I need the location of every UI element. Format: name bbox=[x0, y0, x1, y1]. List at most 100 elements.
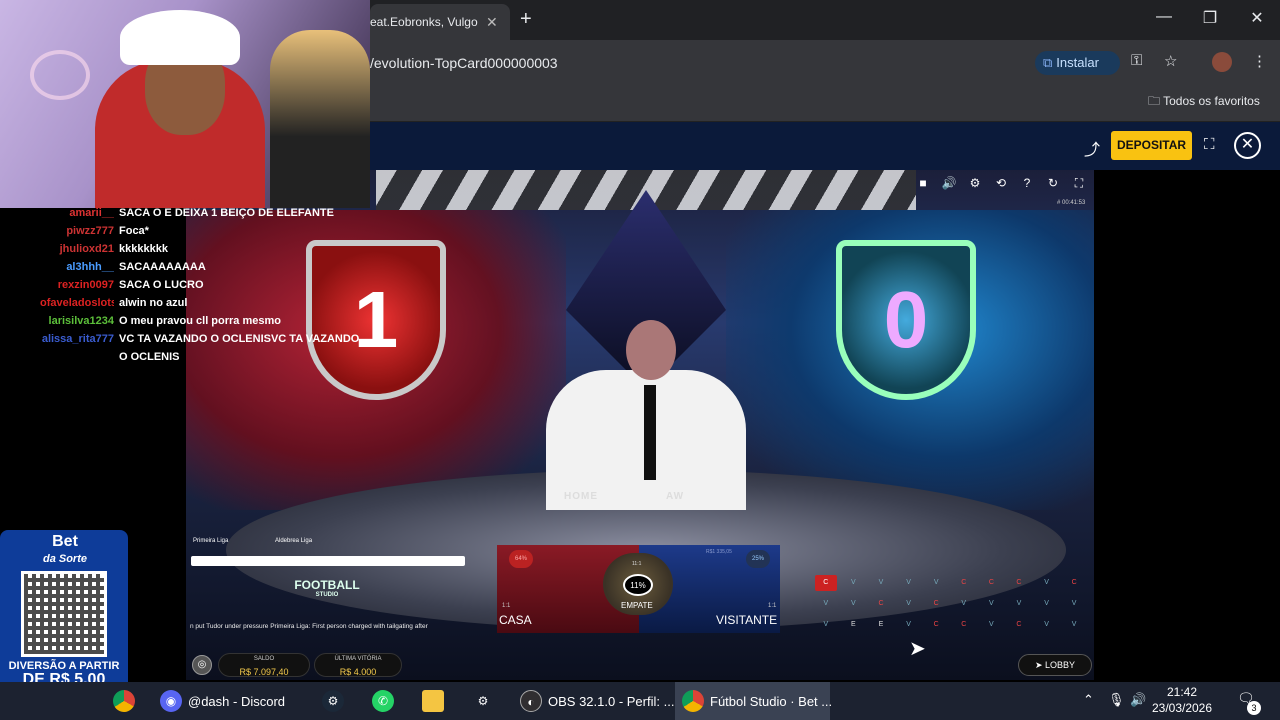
new-tab-button[interactable]: + bbox=[520, 8, 532, 31]
bet-da-sorte-logo: Bet da Sorte bbox=[20, 534, 110, 567]
qr-code bbox=[21, 571, 107, 657]
history-icon[interactable]: ⟲ bbox=[991, 176, 1011, 192]
chat-text: SACA O LUCRO bbox=[119, 279, 204, 291]
dealer-head bbox=[626, 320, 676, 380]
share-icon[interactable]: ⤴ bbox=[1084, 136, 1100, 160]
microphone-icon[interactable]: 🎙 bbox=[1108, 692, 1125, 708]
roadmap-cell: C bbox=[1016, 620, 1022, 628]
obs-taskbar-button[interactable]: ◐ OBS 32.1.0 - Perfil: ... bbox=[520, 682, 674, 720]
table-away-label: AW bbox=[666, 491, 685, 502]
obs-icon: ◐ bbox=[520, 690, 542, 712]
empate-percentage: 11% bbox=[623, 574, 653, 596]
bookmarks-label: Todos os favoritos bbox=[1163, 94, 1260, 108]
clock-time: 21:42 bbox=[1166, 685, 1198, 699]
menu-dots-icon[interactable]: ⋮ bbox=[1252, 52, 1267, 70]
brand-bottom: da Sorte bbox=[42, 553, 87, 565]
visitante-odds: 1:1 bbox=[768, 603, 777, 609]
settings-taskbar-button[interactable]: ⚙ bbox=[472, 682, 494, 720]
chat-username[interactable]: rexzin0097 bbox=[40, 276, 114, 294]
explorer-taskbar-button[interactable] bbox=[422, 682, 444, 720]
chat-text: kkkkkkkk bbox=[119, 243, 168, 255]
roadmap-cell: V bbox=[989, 620, 994, 628]
roadmap-cell: V bbox=[851, 599, 856, 607]
refresh-icon[interactable]: ↻ bbox=[1043, 176, 1063, 192]
streamer-hat bbox=[120, 10, 240, 65]
roadmap-cell: V bbox=[989, 599, 994, 607]
browser-tab[interactable]: eat.Eobronks, Vulgo ✕ bbox=[370, 4, 510, 40]
roadmap-cell: V bbox=[1044, 599, 1049, 607]
fullscreen-game-icon[interactable]: ⛶ bbox=[1069, 176, 1089, 192]
chat-message: amarii__ SACA O E DEIXA 1 BEIÇO DE ELEFAN… bbox=[40, 204, 370, 222]
chat-username[interactable]: jhulioxd21 bbox=[40, 240, 114, 258]
all-bookmarks-button[interactable]: 🗀 Todos os favoritos bbox=[1148, 92, 1260, 113]
chat-text: alwin no azul bbox=[119, 297, 188, 309]
roadmap-cell: C bbox=[1071, 578, 1077, 586]
lobby-arrow-icon: ➤ bbox=[1034, 660, 1046, 670]
key-icon[interactable]: ⚿ bbox=[1131, 52, 1142, 69]
restore-button[interactable]: ❐ bbox=[1187, 8, 1233, 28]
profile-avatar[interactable] bbox=[1212, 52, 1232, 72]
gear-icon: ⚙ bbox=[477, 694, 489, 708]
roadmap-cell: C bbox=[1016, 578, 1022, 586]
chat-text: VC TA VAZANDO O OCLENISVC TA VAZANDO O O… bbox=[119, 333, 360, 363]
deposit-button[interactable]: DEPOSITAR bbox=[1111, 131, 1192, 160]
system-clock[interactable]: 21:42 23/03/2026 bbox=[1150, 684, 1214, 716]
roadmap-cell: C bbox=[961, 620, 967, 628]
minimize-button[interactable]: — bbox=[1141, 8, 1187, 26]
settings-icon[interactable]: ⚙ bbox=[965, 176, 985, 192]
roadmap-cell: C bbox=[961, 578, 967, 586]
close-window-button[interactable]: ✕ bbox=[1234, 8, 1280, 28]
address-bar[interactable]: /evolution-TopCard000000003 bbox=[370, 47, 1030, 79]
install-app-button[interactable]: ⧉ Instalar bbox=[1035, 51, 1120, 75]
star-bookmark-icon[interactable]: ☆ bbox=[1164, 52, 1177, 70]
roadmap-cell: V bbox=[906, 599, 911, 607]
chat-username[interactable]: ofaveladoslots bbox=[40, 294, 114, 312]
chat-message: larisilva1234 O meu pravou cll porra mesm… bbox=[40, 312, 370, 330]
roadmap-cell: V bbox=[878, 578, 884, 586]
roadmap-cell: C bbox=[988, 578, 994, 586]
roadmap-row: VVCVCVVVVV bbox=[815, 593, 1085, 614]
chat-username[interactable]: larisilva1234 bbox=[40, 312, 114, 330]
fullscreen-icon[interactable]: ⛶ bbox=[1204, 136, 1215, 153]
chat-message: piwzz777 Foca* bbox=[40, 222, 370, 240]
streamer-companion bbox=[270, 30, 370, 208]
volume-icon[interactable]: 🔊 bbox=[939, 176, 959, 192]
chat-username[interactable]: amarii__ bbox=[40, 204, 114, 222]
chat-username[interactable]: alissa_rita777 bbox=[40, 330, 114, 366]
chat-username[interactable]: al3hhh__ bbox=[40, 258, 114, 276]
tab-close-icon[interactable]: ✕ bbox=[486, 14, 498, 31]
chat-text: SACA O E DEIXA 1 BEIÇO DE ELEFANTE bbox=[119, 207, 334, 219]
visitante-percentage: 25% bbox=[746, 550, 770, 568]
brand-top: Bet bbox=[52, 533, 78, 550]
obs-label: OBS 32.1.0 - Perfil: ... bbox=[548, 693, 675, 709]
football-studio-logo: FOOTBALL STUDIO bbox=[290, 578, 364, 608]
chat-text: O meu pravou cll porra mesmo bbox=[119, 315, 281, 327]
video-icon[interactable]: ■ bbox=[913, 176, 933, 192]
lobby-button[interactable]: ➤ LOBBY bbox=[1018, 654, 1092, 676]
roadmap-cell: V bbox=[961, 599, 967, 607]
roadmap-cell: V bbox=[1071, 599, 1077, 607]
clock-date: 23/03/2026 bbox=[1151, 701, 1213, 715]
right-empty-panel bbox=[1094, 170, 1280, 680]
help-icon[interactable]: ? bbox=[1017, 176, 1037, 192]
roadmap-cell: E bbox=[851, 620, 856, 628]
discord-taskbar-button[interactable]: ◉ @dash - Discord bbox=[160, 682, 285, 720]
chrome-taskbar-icon[interactable] bbox=[113, 682, 135, 720]
roadmap-cell: V bbox=[1071, 620, 1077, 628]
balance-label: SALDO bbox=[253, 656, 275, 662]
chat-username[interactable]: piwzz777 bbox=[40, 222, 114, 240]
volume-tray-icon[interactable]: 🔊 bbox=[1130, 692, 1146, 708]
steam-taskbar-button[interactable]: ⚙ bbox=[322, 682, 344, 720]
roadmap-cell: V bbox=[851, 578, 856, 586]
chip-stack-icon[interactable]: ◎ bbox=[192, 655, 212, 675]
whatsapp-taskbar-button[interactable]: ✆ bbox=[372, 682, 394, 720]
chat-text: Foca* bbox=[119, 225, 149, 237]
table-home-label: HOME bbox=[564, 491, 598, 502]
chrome-window-taskbar-button[interactable]: Fútbol Studio · Bet ... bbox=[682, 682, 832, 720]
close-game-button[interactable]: ✕ bbox=[1234, 132, 1261, 159]
tray-expand-icon[interactable]: ⌃ bbox=[1083, 692, 1094, 708]
steam-icon: ⚙ bbox=[322, 690, 344, 712]
roadmap-cell: V bbox=[1044, 620, 1049, 628]
chrome-window-label: Fútbol Studio · Bet ... bbox=[710, 693, 833, 709]
stream-chat: amarii__ SACA O E DEIXA 1 BEIÇO DE ELEFAN… bbox=[40, 204, 370, 366]
